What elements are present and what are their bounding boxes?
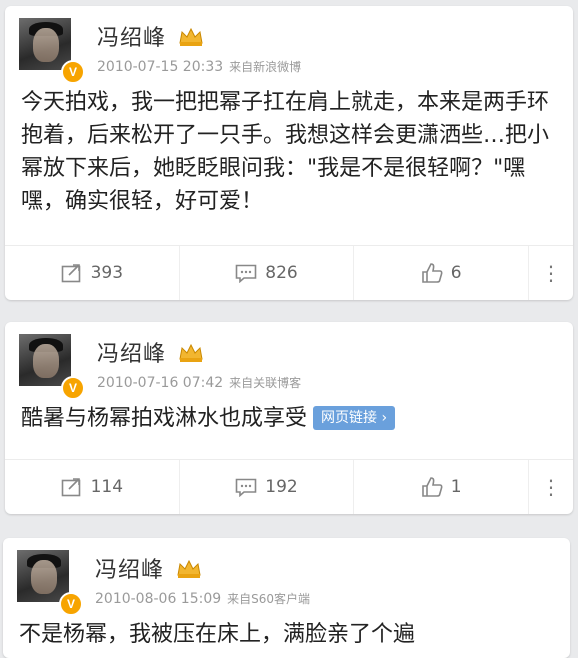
comment-count: 826	[265, 263, 298, 283]
like-button[interactable]: 1	[354, 460, 530, 514]
comment-icon	[235, 478, 257, 497]
username[interactable]: 冯绍峰	[95, 552, 202, 584]
post-meta: 2010-08-06 15:09 来自S60客户端	[95, 590, 310, 607]
repost-count: 393	[90, 263, 124, 283]
avatar[interactable]	[17, 550, 69, 602]
post-source: 来自S60客户端	[227, 592, 311, 606]
timestamp: 2010-07-16 07:42	[97, 375, 224, 391]
repost-count: 114	[90, 477, 124, 497]
more-options-button[interactable]: ⋮	[529, 246, 573, 300]
avatar[interactable]	[19, 18, 71, 70]
more-icon: ⋮	[541, 261, 562, 285]
action-bar: 114 192 1 ⋮	[5, 459, 573, 514]
crown-icon	[177, 559, 201, 578]
verified-icon: V	[61, 376, 85, 400]
comment-button[interactable]: 826	[180, 246, 355, 300]
weibo-post-card[interactable]: V 冯绍峰 2010-07-15 20:33 来自新浪微博 今天拍戏，我一把把幂子…	[5, 6, 573, 300]
post-source: 来自新浪微博	[229, 60, 302, 74]
more-options-button[interactable]: ⋮	[529, 460, 573, 514]
post-source: 来自关联博客	[229, 376, 302, 390]
post-text: 酷暑与杨幂拍戏淋水也成享受 网页链接 ›	[21, 402, 563, 435]
comment-button[interactable]: 192	[180, 460, 355, 514]
username-text[interactable]: 冯绍峰	[97, 342, 166, 367]
thumbs-up-icon	[421, 477, 443, 497]
post-meta: 2010-07-16 07:42 来自关联博客	[97, 374, 301, 391]
thumbs-up-icon	[421, 263, 443, 283]
repost-button[interactable]: 114	[5, 460, 180, 514]
timestamp: 2010-07-15 20:33	[97, 59, 224, 75]
avatar[interactable]	[19, 334, 71, 386]
like-button[interactable]: 6	[354, 246, 530, 300]
username-text[interactable]: 冯绍峰	[95, 558, 164, 583]
username-text[interactable]: 冯绍峰	[97, 26, 166, 51]
action-bar: 393 826 6 ⋮	[5, 245, 573, 300]
username[interactable]: 冯绍峰	[97, 336, 204, 368]
post-text: 不是杨幂，我被压在床上，满脸亲了个遍	[19, 622, 416, 647]
web-link-chip[interactable]: 网页链接 ›	[313, 406, 396, 430]
crown-icon	[179, 27, 203, 46]
username[interactable]: 冯绍峰	[97, 20, 204, 52]
weibo-post-card[interactable]: V 冯绍峰 2010-07-16 07:42 来自关联博客 酷暑与杨幂拍戏淋水也成…	[5, 322, 573, 514]
repost-icon	[61, 264, 80, 283]
more-icon: ⋮	[541, 475, 562, 499]
like-count: 6	[450, 263, 462, 283]
repost-button[interactable]: 393	[5, 246, 180, 300]
weibo-post-card[interactable]: V 冯绍峰 2010-08-06 15:09 来自S60客户端 不是杨幂，我被压在…	[3, 538, 570, 658]
comment-icon	[235, 264, 257, 283]
comment-count: 192	[265, 477, 298, 497]
verified-icon: V	[61, 60, 85, 84]
post-text-content: 酷暑与杨幂拍戏淋水也成享受	[21, 406, 308, 431]
like-count: 1	[450, 477, 462, 497]
verified-icon: V	[59, 592, 83, 616]
repost-icon	[61, 478, 80, 497]
post-meta: 2010-07-15 20:33 来自新浪微博	[97, 58, 301, 75]
post-text: 今天拍戏，我一把把幂子扛在肩上就走，本来是两手环抱着，后来松开了一只手。我想这样…	[21, 90, 550, 214]
crown-icon	[179, 343, 203, 362]
timestamp: 2010-08-06 15:09	[95, 591, 222, 607]
